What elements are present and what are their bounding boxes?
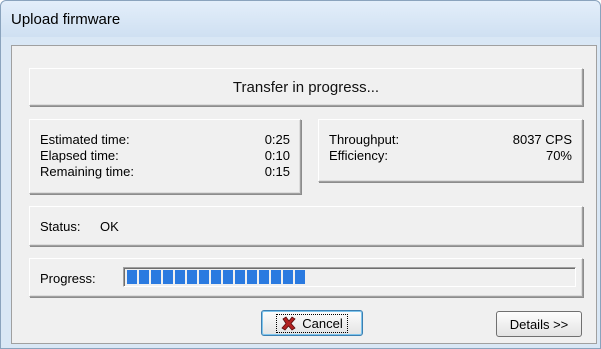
status-panel: Status: OK [29,206,583,246]
timing-panel: Estimated time: 0:25 Elapsed time: 0:10 … [29,119,301,194]
progress-bar-fill [127,270,305,284]
title-bar[interactable]: Upload firmware [1,1,600,37]
remaining-time-value: 0:15 [264,164,290,179]
details-button[interactable]: Details >> [496,311,582,337]
details-button-label: Details >> [509,316,569,332]
performance-panel: Throughput: 8037 CPS Efficiency: 70% [318,119,583,182]
progress-panel: Progress: [29,258,583,297]
x-icon [281,315,296,331]
estimated-time-label: Estimated time: [40,132,130,147]
cancel-button-label: Cancel [302,315,343,331]
remaining-time-label: Remaining time: [40,164,134,179]
transfer-status-heading: Transfer in progress... [232,79,380,96]
efficiency-value: 70% [545,148,572,163]
cancel-button[interactable]: Cancel [261,310,363,336]
window-title: Upload firmware [11,11,121,28]
elapsed-time-value: 0:10 [264,148,290,163]
estimated-time-value: 0:25 [264,132,290,147]
elapsed-time-label: Elapsed time: [40,148,119,163]
status-value: OK [100,219,119,234]
progress-label: Progress: [40,271,96,286]
efficiency-label: Efficiency: [329,148,389,163]
status-label: Status: [40,219,81,234]
throughput-label: Throughput: [329,132,400,147]
upload-firmware-window: Upload firmware Transfer in progress... … [0,0,601,349]
throughput-value: 8037 CPS [512,132,572,147]
cancel-button-content: Cancel [276,313,348,333]
transfer-header-panel: Transfer in progress... [29,68,583,106]
progress-bar [123,267,576,287]
dialog-client-area: Transfer in progress... Estimated time: … [11,45,597,344]
